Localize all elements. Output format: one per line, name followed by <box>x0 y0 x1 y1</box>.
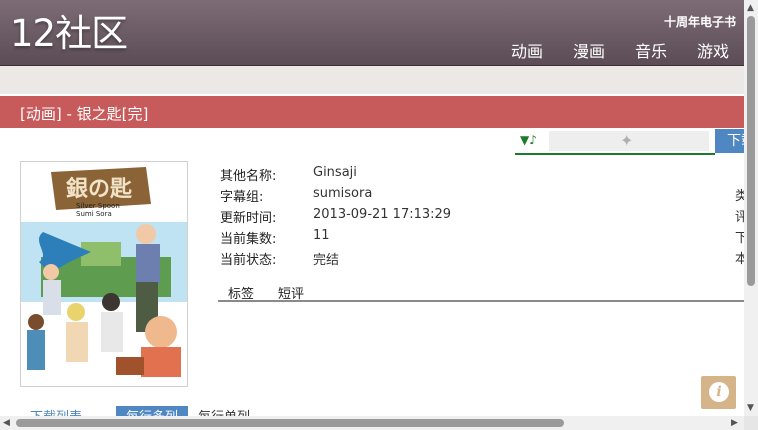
info-label: 其他名称: <box>220 169 277 184</box>
scroll-up-arrow-icon[interactable]: ▲ <box>747 3 754 13</box>
sub-header-strip <box>0 66 744 94</box>
title-bar: [动画] - 银之匙[完] <box>0 96 744 128</box>
info-label: 当前集数: <box>220 232 277 247</box>
site-header: 12社区 十周年电子书 动画 漫画 音乐 游戏 <box>0 0 744 66</box>
site-logo[interactable]: 12社区 <box>10 12 128 56</box>
page-title: [动画] - 银之匙[完] <box>20 105 149 123</box>
info-label: 字幕组: <box>220 190 264 205</box>
scroll-right-arrow-icon[interactable]: ▶ <box>731 418 738 428</box>
poster-subtitle-1: Silver Spoon <box>76 202 120 210</box>
poster-subtitle-2: Sumi Sora <box>76 210 112 218</box>
poster-logo-text: 銀の匙 <box>66 176 132 202</box>
music-player: ▼♪ ✦ <box>515 129 715 155</box>
scroll-down-arrow-icon[interactable]: ▼ <box>747 403 754 413</box>
info-label: 更新时间: <box>220 211 277 226</box>
vertical-scroll-thumb[interactable] <box>747 16 755 286</box>
info-label: 当前状态: <box>220 253 277 268</box>
side-column-text: 本 <box>735 252 744 267</box>
scrollbar-corner <box>744 416 758 430</box>
vertical-scrollbar[interactable]: ▲ ▼ <box>744 0 758 416</box>
poster-image: 銀の匙 Silver Spoon Sumi Sora <box>20 161 188 387</box>
info-button[interactable]: i <box>701 376 736 409</box>
info-row-subtitle-group: 字幕组: sumisora <box>220 184 740 205</box>
tagline-link[interactable]: 十周年电子书 <box>664 13 736 30</box>
info-value: 11 <box>313 228 330 243</box>
info-row-status: 当前状态: 完结 <box>220 247 740 268</box>
info-value: Ginsaji <box>313 165 357 180</box>
info-row-updated: 更新时间: 2013-09-21 17:13:29 <box>220 205 740 226</box>
info-icon: i <box>709 382 729 402</box>
plugin-placeholder[interactable]: ✦ <box>549 131 709 151</box>
info-row-episodes: 当前集数: 11 <box>220 226 740 247</box>
tab-short-reviews[interactable]: 短评 <box>278 283 304 302</box>
side-column-text: 下 <box>735 231 744 246</box>
download-button[interactable]: 下载 <box>715 129 744 153</box>
tab-tags[interactable]: 标签 <box>228 283 254 302</box>
puzzle-piece-icon: ✦ <box>620 131 634 150</box>
horizontal-scrollbar[interactable]: ◀ ▶ <box>0 416 744 430</box>
horizontal-scroll-thumb[interactable] <box>16 419 564 427</box>
info-row-alt-name: 其他名称: Ginsaji <box>220 163 740 184</box>
info-panel: 其他名称: Ginsaji 字幕组: sumisora 更新时间: 2013-0… <box>220 163 740 268</box>
side-column-text: 类 <box>735 189 744 204</box>
nav-item-comic[interactable]: 漫画 <box>573 38 605 62</box>
scroll-left-arrow-icon[interactable]: ◀ <box>3 418 10 428</box>
nav-item-music[interactable]: 音乐 <box>635 38 667 62</box>
info-value[interactable]: sumisora <box>313 186 372 201</box>
side-column-text: 评 <box>735 210 744 225</box>
info-value: 2013-09-21 17:13:29 <box>313 207 452 222</box>
detail-tabs: 标签 短评 <box>218 280 744 302</box>
info-value: 完结 <box>313 253 340 268</box>
main-nav: 动画 漫画 音乐 游戏 <box>496 38 744 62</box>
nav-item-game[interactable]: 游戏 <box>697 38 729 62</box>
nav-item-anime[interactable]: 动画 <box>511 38 543 62</box>
music-note-icon[interactable]: ▼♪ <box>520 133 537 147</box>
poster-illustration: 銀の匙 Silver Spoon Sumi Sora <box>21 162 187 386</box>
